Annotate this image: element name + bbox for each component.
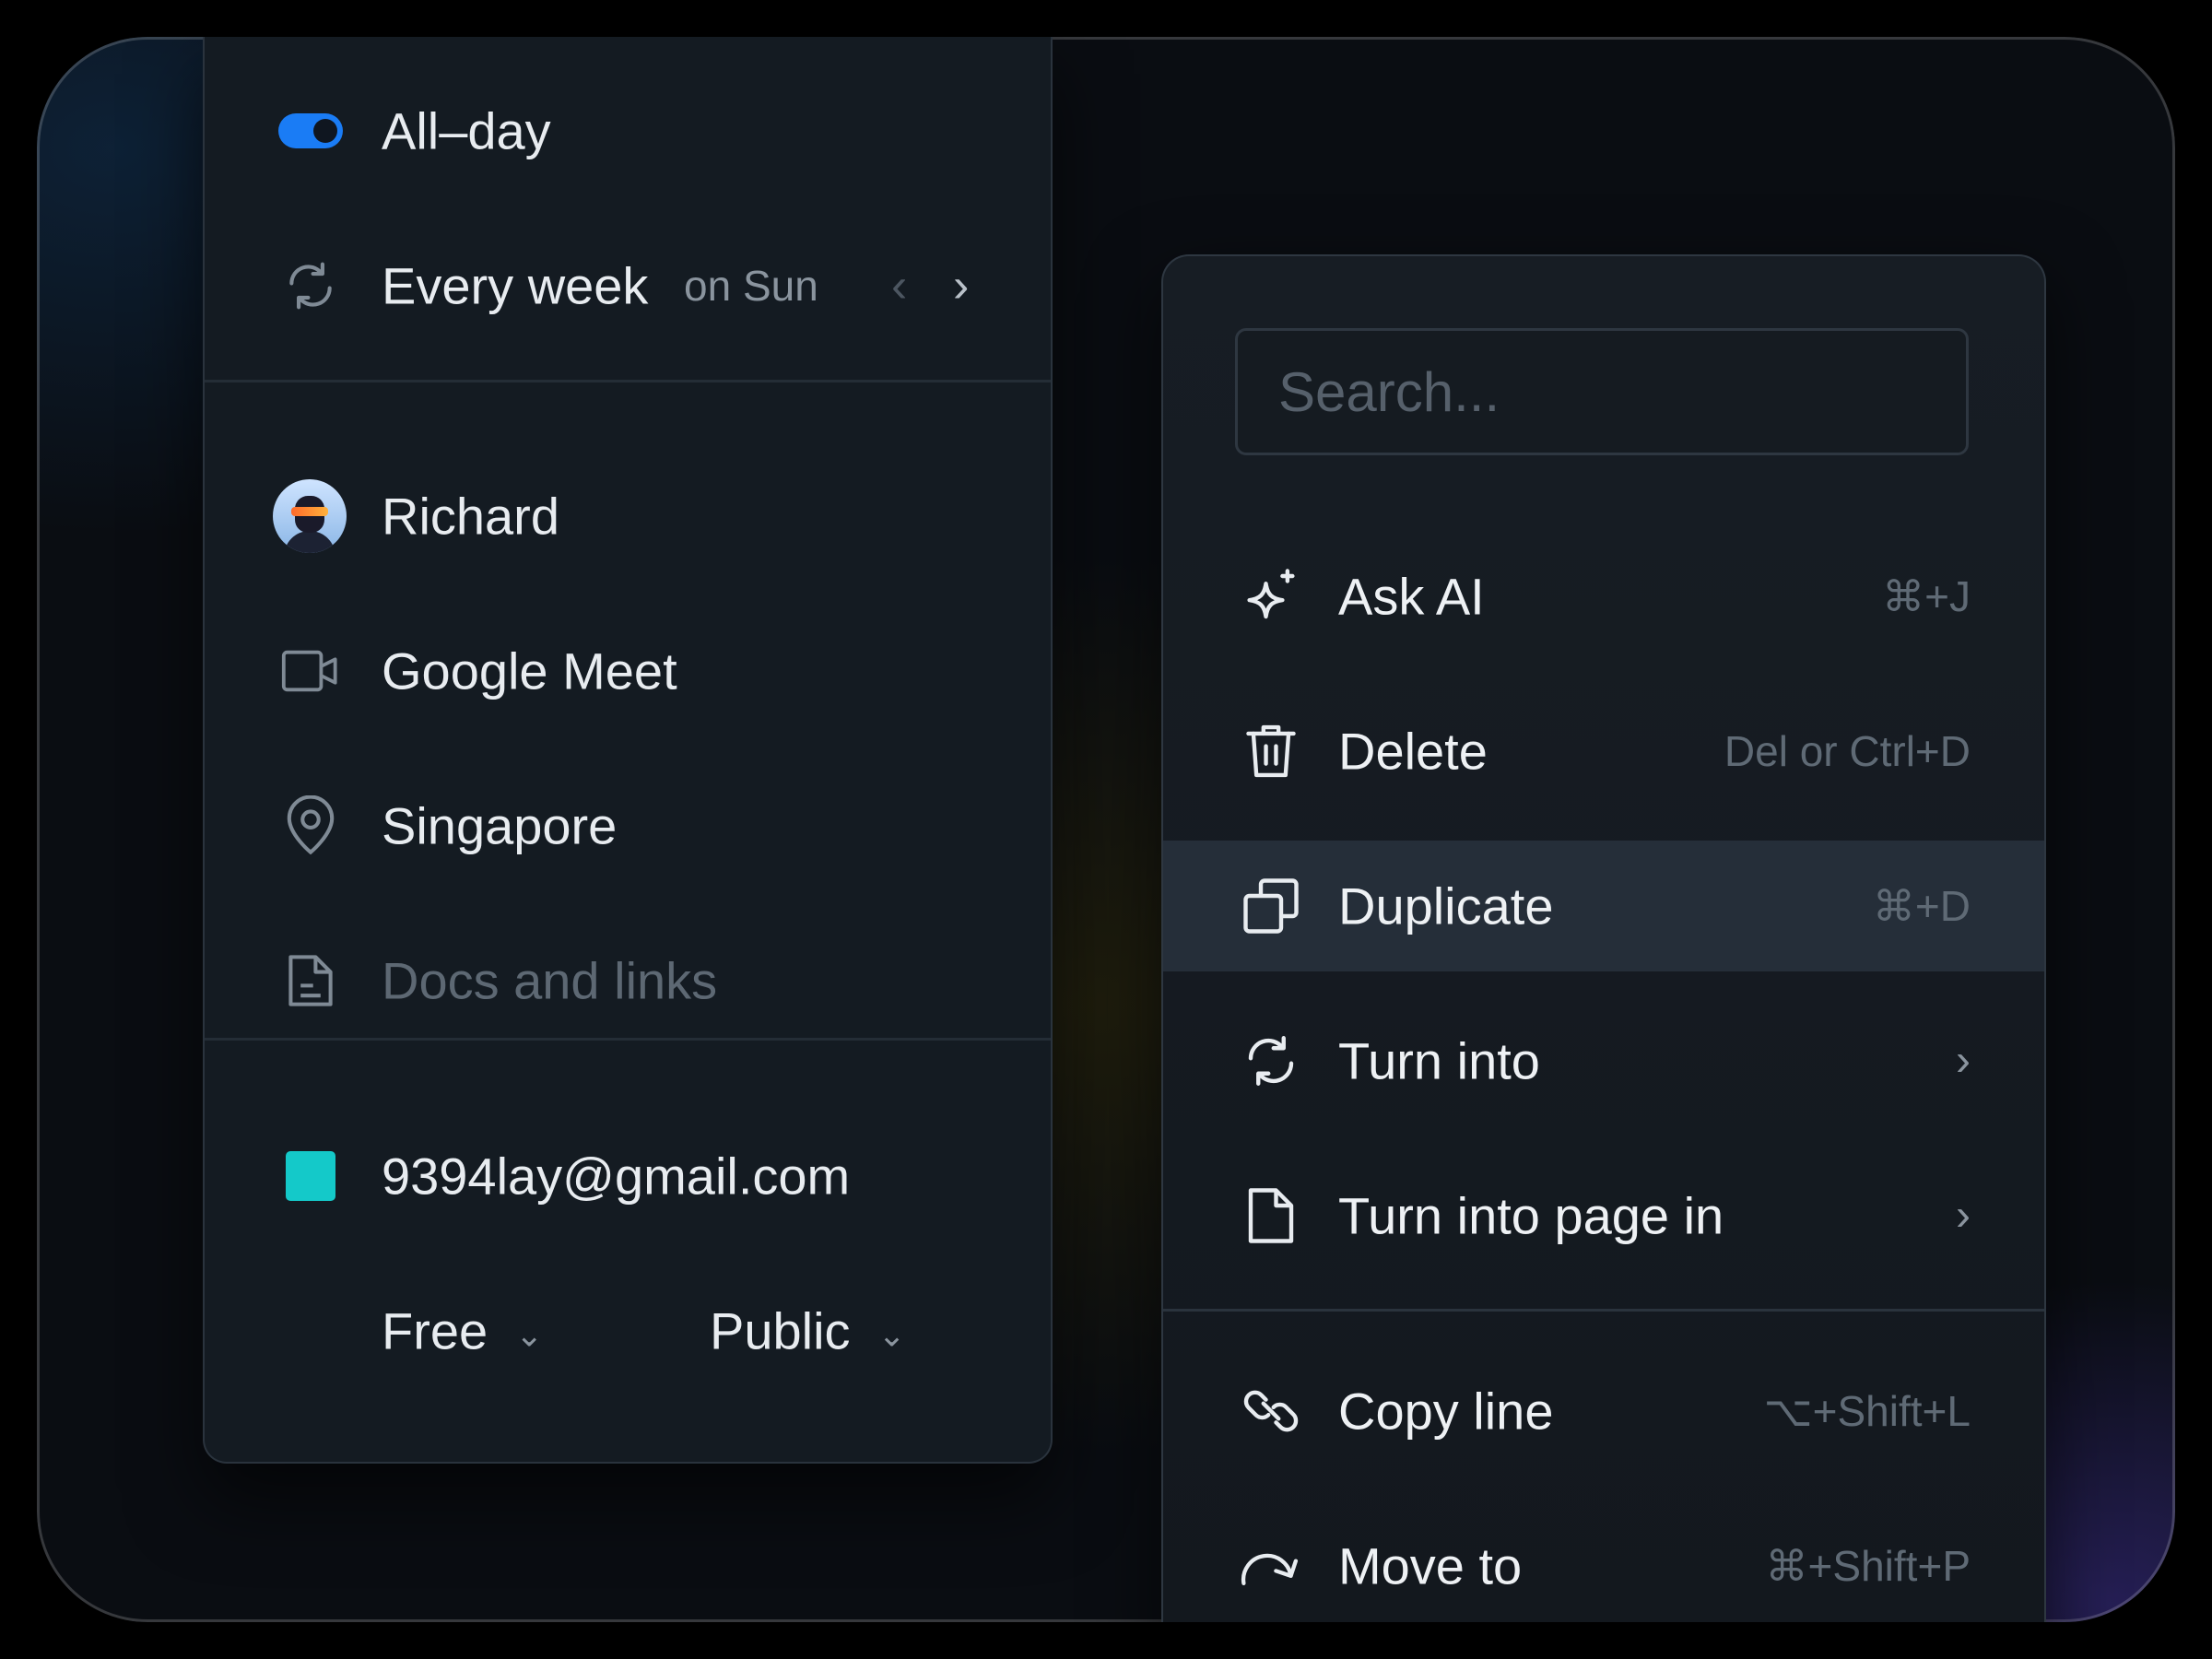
repeat-row[interactable]: Every week on Sun ‹ › [205,240,1051,332]
meeting-row[interactable]: Google Meet [205,625,1051,717]
availability-dropdown[interactable]: Free ⌄ [382,1301,543,1361]
menu-item-move-to[interactable]: Move to ⌘+Shift+P [1163,1500,2044,1622]
shortcut-hint: ⌘+Shift+P [1765,1542,1971,1590]
location-label: Singapore [382,796,618,855]
availability-value: Free [382,1301,488,1360]
location-pin-icon [278,794,343,858]
menu-item-duplicate[interactable]: Duplicate ⌘+D [1163,841,2044,971]
video-icon [278,639,343,703]
menu-item-label: Turn into [1338,1031,1540,1090]
chevron-down-icon: ⌄ [877,1315,906,1354]
location-row[interactable]: Singapore [205,780,1051,872]
duplicate-icon [1239,874,1303,938]
menu-divider [1163,1309,2044,1312]
shortcut-hint: Del or Ctrl+D [1724,727,1971,775]
visibility-value: Public [710,1301,851,1360]
menu-item-label: Duplicate [1338,877,1554,935]
avatar [271,477,348,555]
page-icon [1239,1183,1303,1248]
event-details-panel: All–day Every week on Sun ‹ › Richard Go… [203,37,1053,1464]
menu-item-label: Ask AI [1338,567,1485,626]
menu-item-label: Delete [1338,722,1488,781]
trash-icon [1239,719,1303,783]
search-input[interactable] [1238,331,1966,453]
document-icon [278,948,343,1013]
menu-item-label: Copy line [1338,1382,1554,1441]
all-day-row[interactable]: All–day [205,85,1051,177]
divider [205,380,1051,382]
meeting-label: Google Meet [382,641,677,700]
status-row: Free ⌄ Public ⌄ [205,1285,1051,1377]
all-day-toggle[interactable] [278,99,343,163]
convert-icon [1239,1029,1303,1093]
context-menu: Ask AI ⌘+J Delete Del or Ctrl+D Duplicat… [1161,254,2046,1622]
move-arrow-icon [1239,1534,1303,1598]
chevron-down-icon: ⌄ [515,1315,544,1354]
menu-item-copy-line[interactable]: Copy line ⌥+Shift+L [1163,1346,2044,1477]
menu-item-ask-ai[interactable]: Ask AI ⌘+J [1163,531,2044,662]
repeat-icon [278,253,343,318]
divider [205,1038,1051,1041]
calendar-color-swatch [278,1144,343,1208]
docs-label: Docs and links [382,951,718,1010]
calendar-row[interactable]: 9394lay@gmail.com [205,1130,1051,1222]
menu-item-delete[interactable]: Delete Del or Ctrl+D [1163,686,2044,817]
shortcut-hint: ⌥+Shift+L [1763,1387,1971,1435]
organizer-name: Richard [382,487,559,546]
menu-item-label: Turn into page in [1338,1186,1724,1245]
shortcut-hint: ⌘+D [1872,882,1971,930]
app-frame: All–day Every week on Sun ‹ › Richard Go… [37,37,2175,1622]
organizer-row[interactable]: Richard [205,470,1051,562]
repeat-label: Every week [382,256,649,315]
chevron-right-icon: › [1956,1191,1971,1241]
chevron-right-icon[interactable]: › [953,258,969,313]
link-icon [1239,1379,1303,1443]
chevron-left-icon[interactable]: ‹ [891,258,907,313]
repeat-detail: on Sun [684,262,818,310]
visibility-dropdown[interactable]: Public ⌄ [710,1301,906,1361]
search-box[interactable] [1235,328,1969,455]
menu-item-label: Move to [1338,1536,1523,1595]
docs-row[interactable]: Docs and links [205,935,1051,1027]
shortcut-hint: ⌘+J [1882,572,1971,620]
calendar-email: 9394lay@gmail.com [382,1147,851,1206]
menu-item-turn-into[interactable]: Turn into › [1163,995,2044,1126]
menu-item-turn-into-page-in[interactable]: Turn into page in › [1163,1150,2044,1281]
all-day-label: All–day [382,101,551,160]
sparkle-icon [1239,564,1303,629]
chevron-right-icon: › [1956,1036,1971,1086]
